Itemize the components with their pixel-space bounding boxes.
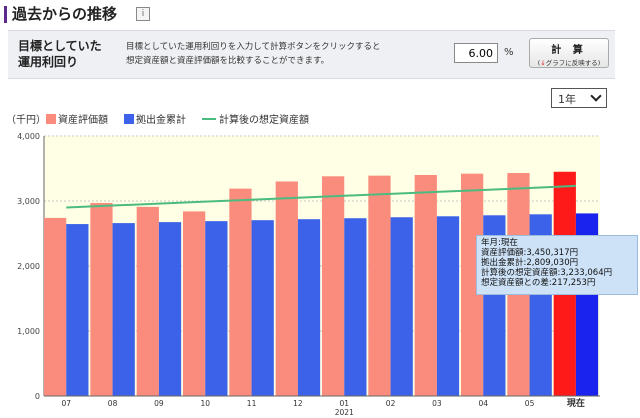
percent-unit: % <box>504 47 514 58</box>
x-tick-label: 02 <box>386 399 396 408</box>
calculate-button-subtext: グラフに反映する <box>545 59 598 67</box>
bar-asset <box>414 175 437 396</box>
legend-item-asset: 資産評価額 <box>46 111 108 126</box>
bar-asset <box>90 202 113 396</box>
target-rate-label: 目標としていた 運用利回り <box>18 38 118 70</box>
x-tick-label: 現在 <box>567 397 585 409</box>
section-title: 過去からの推移 <box>12 5 118 23</box>
calculate-button-label: 計 算 <box>551 45 587 56</box>
x-tick-label: 11 <box>247 399 257 408</box>
legend-label-asset: 資産評価額 <box>58 115 108 126</box>
legend-item-projected: 計算後の想定資産額 <box>202 111 309 126</box>
bar-contribution <box>205 221 228 396</box>
section-accent-bar <box>4 6 7 23</box>
x-tick-label: 08 <box>108 399 118 408</box>
bar-contribution <box>436 216 460 396</box>
target-rate-label-line2: 運用利回り <box>18 55 79 69</box>
target-rate-input[interactable] <box>454 43 498 63</box>
bar-asset <box>368 175 391 396</box>
x-tick-label: 09 <box>154 399 164 408</box>
tooltip-difference: 想定資産額との差:217,253円 <box>481 278 596 288</box>
x-tick-label: 04 <box>478 399 488 408</box>
calculator-description-line1: 目標としていた運用利回りを入力して計算ボタンをクリックすると <box>126 42 381 52</box>
bar-asset <box>322 176 345 396</box>
y-tick-label: 0 <box>35 392 40 401</box>
chevron-down-icon <box>590 90 602 102</box>
bar-asset <box>229 188 252 396</box>
tooltip-contribution: 拠出金累計:2,809,030円 <box>481 258 579 268</box>
legend-swatch-contrib <box>124 114 134 124</box>
legend-label-contrib: 拠出金累計 <box>136 115 186 126</box>
bar-contribution <box>158 222 182 396</box>
tooltip-date: 年月:現在 <box>481 238 518 248</box>
target-rate-label-line1: 目標としていた <box>18 39 102 53</box>
chart-tooltip: 年月:現在 資産評価額:3,450,317円 拠出金累計:2,809,030円 … <box>476 235 638 295</box>
y-tick-label: 3,000 <box>17 197 40 206</box>
x-tick-label: 10 <box>200 399 210 408</box>
legend-swatch-asset <box>46 114 56 124</box>
calculator-description-line2: 想定資産額と資産評価額を比較することができます。 <box>126 56 330 66</box>
bar-contribution <box>66 224 89 396</box>
calculate-button-sublabel: (↓グラフに反映する) <box>537 59 601 67</box>
calculator-description: 目標としていた運用利回りを入力して計算ボタンをクリックすると 想定資産額と資産評… <box>126 40 448 68</box>
bar-contribution <box>297 219 321 396</box>
x-tick-label: 05 <box>525 399 535 408</box>
x-tick-label: 07 <box>61 399 71 408</box>
x-tick-label: 12 <box>293 399 303 408</box>
bar-asset <box>44 217 67 396</box>
bar-contribution <box>251 220 274 396</box>
calculate-button[interactable]: 計 算 (↓グラフに反映する) <box>529 38 609 68</box>
period-select-value: 1年 <box>558 93 576 106</box>
tooltip-asset-value: 資産評価額:3,450,317円 <box>481 248 579 258</box>
legend-label-projected: 計算後の想定資産額 <box>219 115 309 126</box>
y-tick-label: 4,000 <box>17 132 40 141</box>
x-tick-label: 01 <box>339 399 349 408</box>
x-tick-label: 03 <box>432 399 442 408</box>
bar-contribution <box>390 217 413 396</box>
x-year-label: 2021 <box>335 408 354 417</box>
section-header: 過去からの推移 i <box>0 0 640 28</box>
legend-swatch-projected <box>202 118 216 120</box>
bar-asset <box>275 181 298 396</box>
y-tick-label: 2,000 <box>17 262 40 271</box>
bar-asset <box>136 206 159 396</box>
bar-contribution <box>112 223 135 396</box>
tooltip-projected-value: 計算後の想定資産額:3,233,064円 <box>481 268 613 278</box>
legend-item-contrib: 拠出金累計 <box>124 111 186 126</box>
period-select[interactable]: 1年 <box>551 88 607 108</box>
y-tick-label: 1,000 <box>17 327 40 336</box>
bar-asset <box>183 211 206 396</box>
target-rate-calculator: 目標としていた 運用利回り 目標としていた運用利回りを入力して計算ボタンをクリッ… <box>8 30 615 79</box>
y-axis-unit: （千円） <box>6 115 46 126</box>
info-icon[interactable]: i <box>136 7 150 21</box>
bar-contribution <box>344 218 367 396</box>
